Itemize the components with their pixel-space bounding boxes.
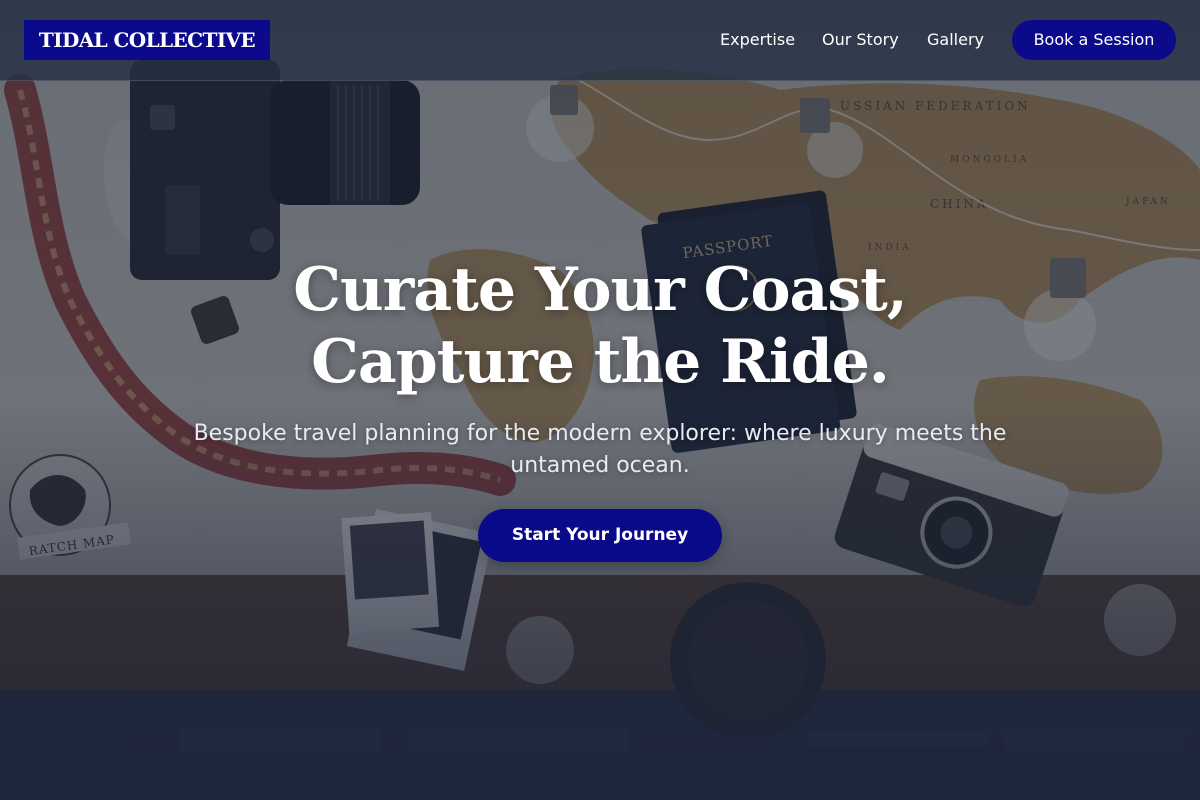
hero-subtitle: Bespoke travel planning for the modern e… <box>193 421 1007 478</box>
nav-link-expertise[interactable]: Expertise <box>720 20 795 60</box>
site-logo[interactable]: TIDAL COLLECTIVE <box>24 20 270 60</box>
hero-section: Curate Your Coast, Capture the Ride. Bes… <box>0 0 1200 800</box>
site-header: TIDAL COLLECTIVE Expertise Our Story Gal… <box>0 0 1200 81</box>
hero-title-line-1: Curate Your Coast, <box>293 255 907 325</box>
book-session-button[interactable]: Book a Session <box>1012 20 1176 60</box>
hero-title: Curate Your Coast, Capture the Ride. <box>100 254 1100 398</box>
landing-page: PASSPORT USSIAN FEDERATION CHINA MONGOLI… <box>0 0 1200 800</box>
hero-title-line-2: Capture the Ride. <box>311 327 890 397</box>
nav-link-our-story[interactable]: Our Story <box>822 20 899 60</box>
nav-link-gallery[interactable]: Gallery <box>927 20 984 60</box>
start-journey-button[interactable]: Start Your Journey <box>478 509 722 562</box>
